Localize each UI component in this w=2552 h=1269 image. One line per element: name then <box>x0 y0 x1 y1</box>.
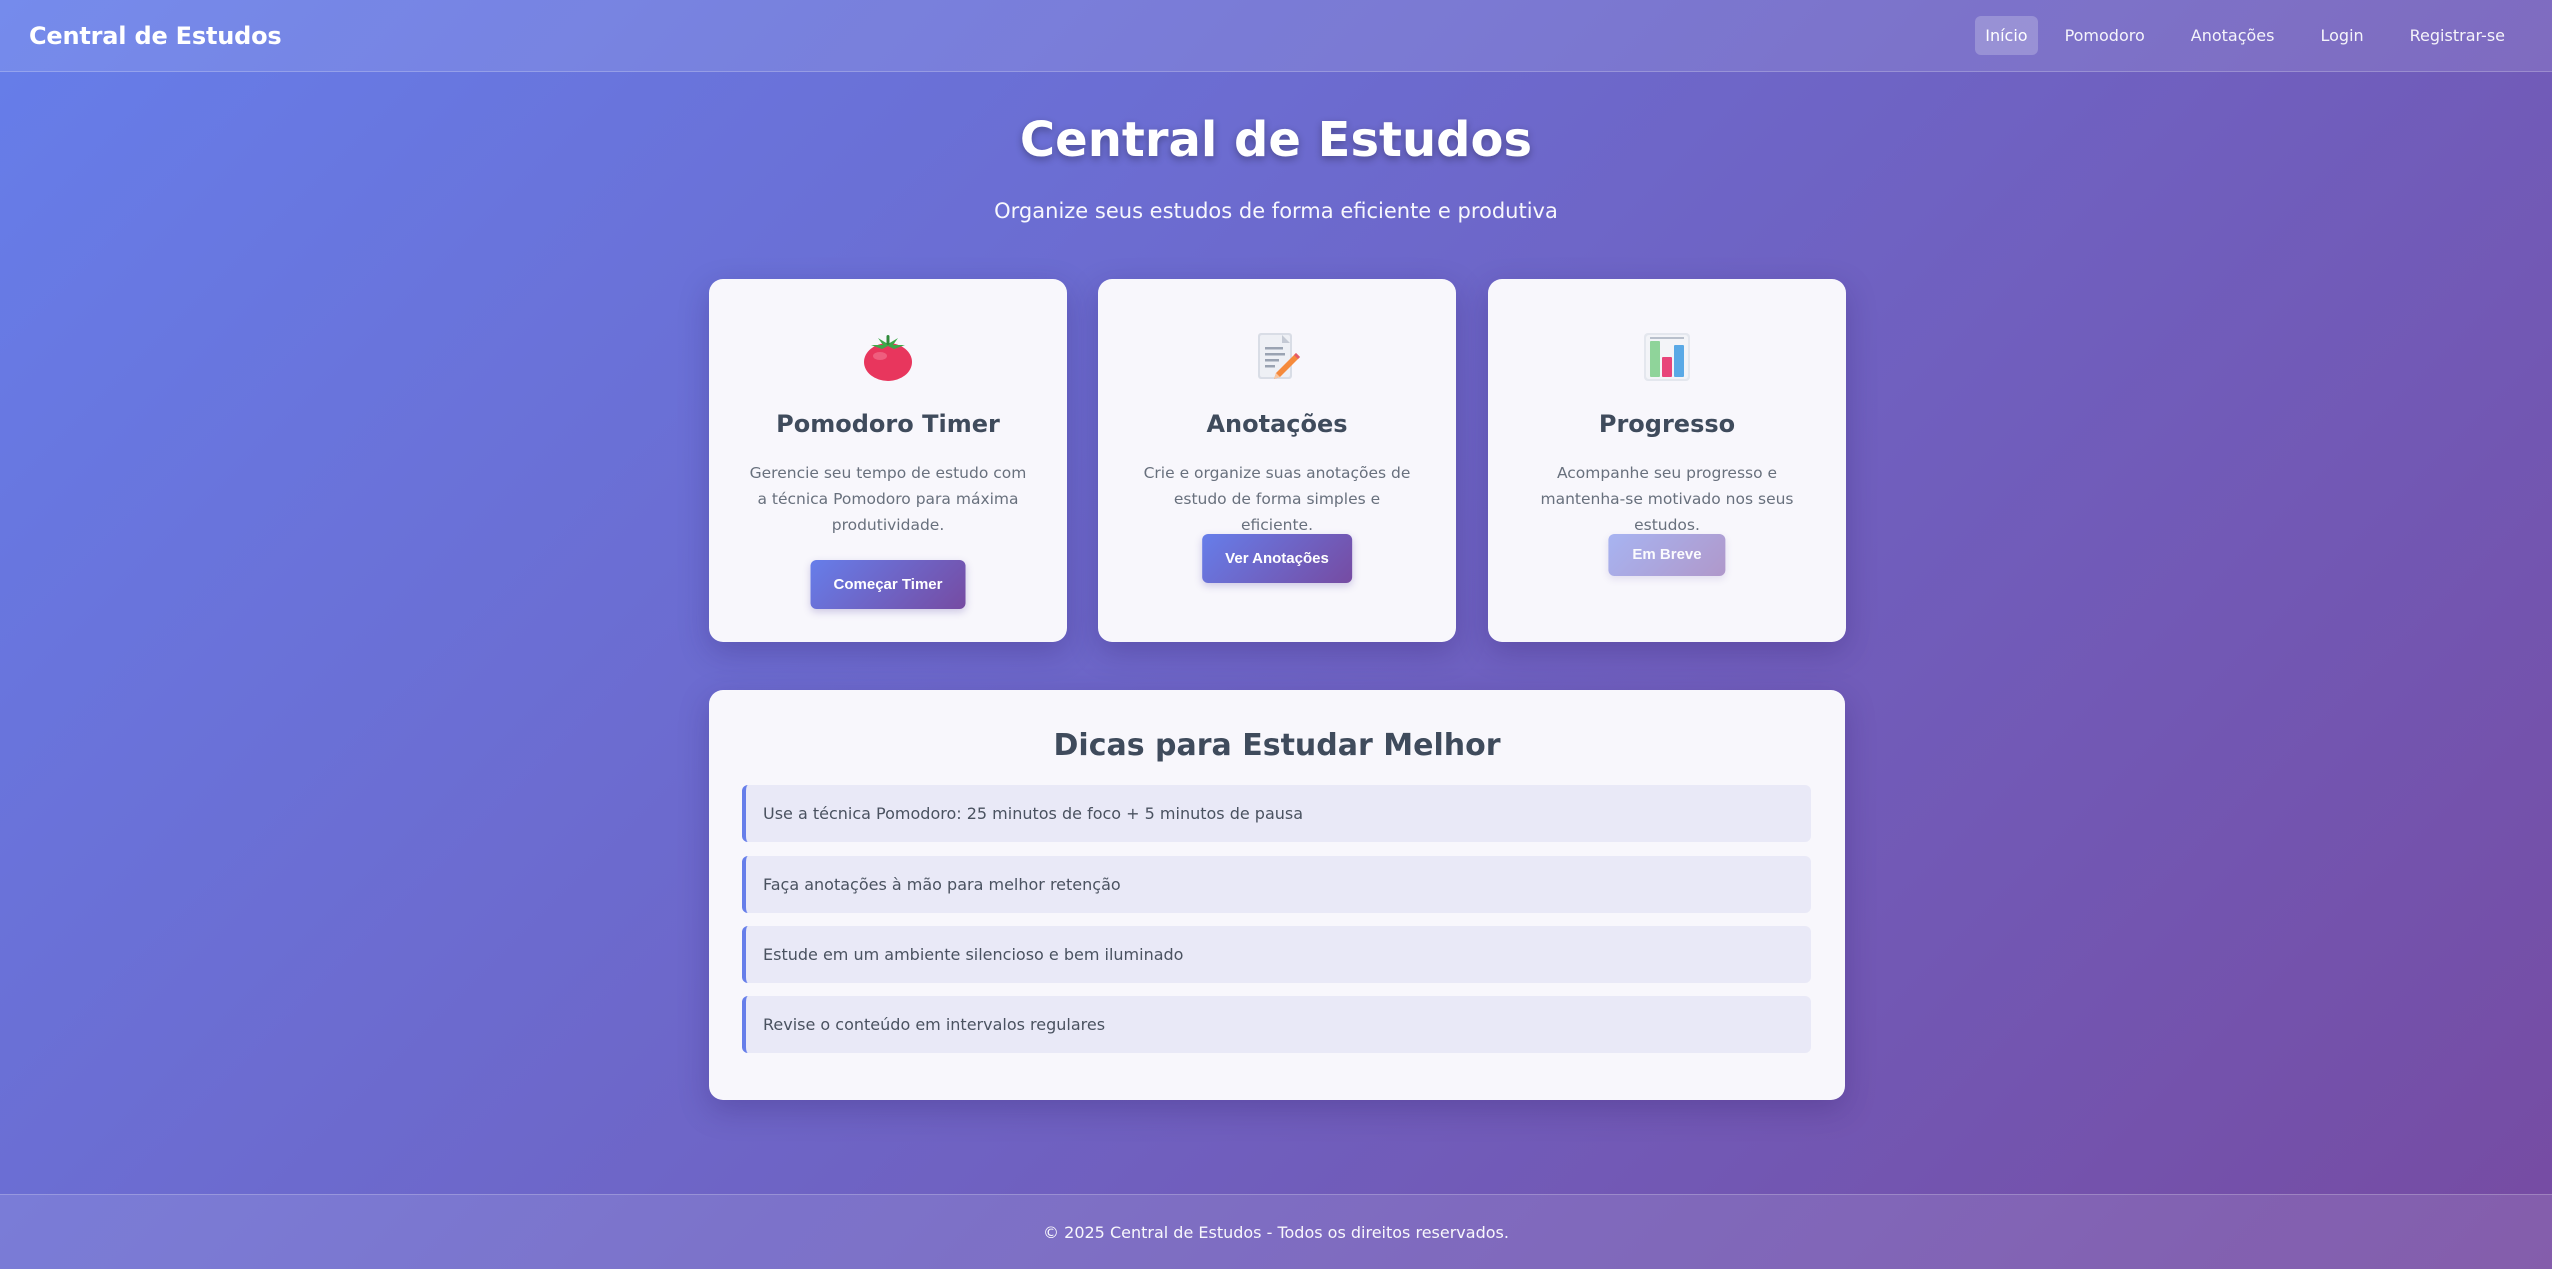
card-description: Gerencie seu tempo de estudo com a técni… <box>749 464 1027 534</box>
page-subtitle: Organize seus estudos de forma eficiente… <box>994 199 1558 223</box>
tip-item: Faça anotações à mão para melhor retençã… <box>742 856 1811 913</box>
view-notes-button[interactable]: Ver Anotações <box>1202 534 1352 583</box>
brand-logo[interactable]: Central de Estudos <box>29 22 282 50</box>
memo-icon <box>1098 329 1456 385</box>
nav-link-anotacoes[interactable]: Anotações <box>2172 16 2294 55</box>
nav-link-registrar[interactable]: Registrar-se <box>2391 16 2524 55</box>
tip-item: Revise o conteúdo em intervalos regulare… <box>742 996 1811 1053</box>
card-description: Acompanhe seu progresso e mantenha-se mo… <box>1540 464 1794 534</box>
card-title: Pomodoro Timer <box>776 410 1000 438</box>
tip-item: Estude em um ambiente silencioso e bem i… <box>742 926 1811 983</box>
card-progresso: Progresso Acompanhe seu progresso e mant… <box>1488 279 1846 642</box>
card-title: Progresso <box>1598 410 1736 438</box>
footer: © 2025 Central de Estudos - Todos os dir… <box>0 1194 2552 1269</box>
navbar: Central de Estudos Início Pomodoro Anota… <box>0 0 2552 72</box>
nav-link-login[interactable]: Login <box>2301 16 2382 55</box>
bar-chart-icon <box>1488 329 1846 385</box>
card-anotacoes: Anotações Crie e organize suas anotações… <box>1098 279 1456 642</box>
tip-item: Use a técnica Pomodoro: 25 minutos de fo… <box>742 785 1811 842</box>
nav-link-pomodoro[interactable]: Pomodoro <box>2046 16 2164 55</box>
card-pomodoro: Pomodoro Timer Gerencie seu tempo de est… <box>709 279 1067 642</box>
tips-section: Dicas para Estudar Melhor Use a técnica … <box>709 690 1845 1100</box>
start-timer-button[interactable]: Começar Timer <box>810 560 966 609</box>
footer-copyright: © 2025 Central de Estudos - Todos os dir… <box>1043 1222 1509 1242</box>
card-description: Crie e organize suas anotações de estudo… <box>1143 464 1411 534</box>
nav-links: Início Pomodoro Anotações Login Registra… <box>1975 16 2524 55</box>
card-title: Anotações <box>1206 410 1348 438</box>
coming-soon-button[interactable]: Em Breve <box>1608 534 1726 576</box>
nav-link-inicio[interactable]: Início <box>1975 16 2038 55</box>
tips-title: Dicas para Estudar Melhor <box>1053 728 1501 763</box>
page-title: Central de Estudos <box>1019 112 1533 168</box>
tomato-icon <box>709 329 1067 385</box>
